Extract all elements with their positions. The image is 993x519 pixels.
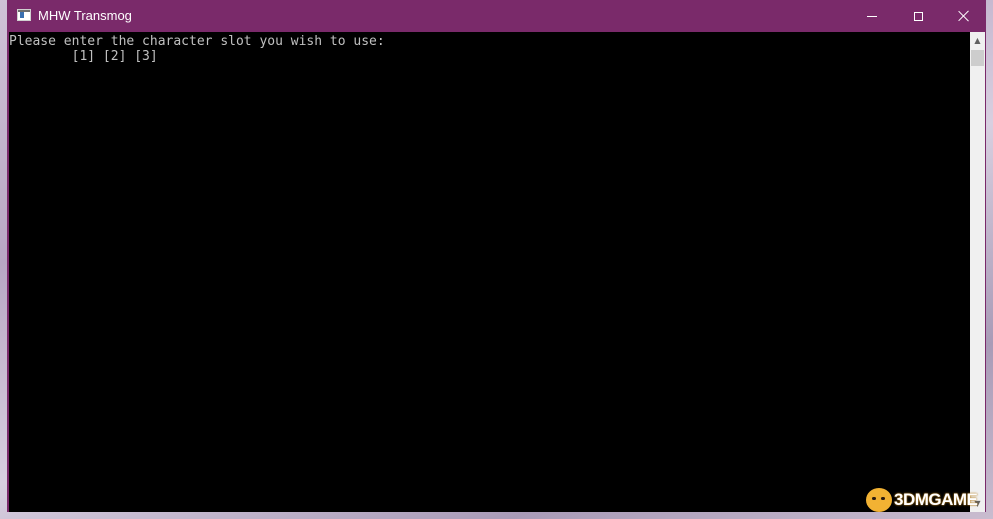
console-slot-options-line: [1] [2] [3] (9, 49, 158, 64)
scroll-up-arrow-icon[interactable]: ▲ (970, 32, 985, 49)
scroll-thumb[interactable] (971, 50, 984, 66)
maximize-icon (913, 11, 923, 21)
console-window: MHW Transmog Please enter the character … (7, 0, 986, 512)
console-output[interactable]: Please enter the character slot you wish… (9, 32, 970, 512)
vertical-scrollbar[interactable]: ▲ ▼ (970, 32, 985, 512)
close-icon (958, 10, 970, 22)
close-button[interactable] (941, 1, 987, 31)
minimize-icon (867, 15, 877, 17)
console-prompt-line: Please enter the character slot you wish… (9, 34, 385, 49)
console-app-icon[interactable] (17, 9, 31, 21)
watermark-logo: 3DMGAME (866, 486, 978, 514)
window-title: MHW Transmog (38, 8, 132, 23)
minimize-button[interactable] (849, 1, 895, 31)
title-bar[interactable]: MHW Transmog (8, 1, 985, 31)
maximize-button[interactable] (895, 1, 941, 31)
mascot-icon (866, 488, 892, 512)
watermark-text: 3DMGAME (894, 490, 978, 509)
